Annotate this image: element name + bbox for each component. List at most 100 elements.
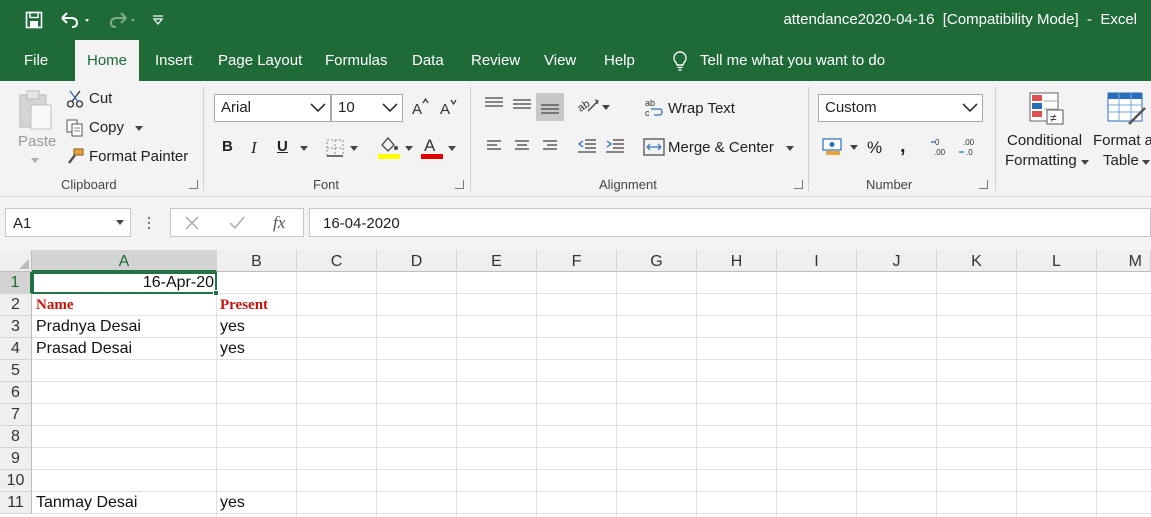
column-header-j[interactable]: J [857,250,937,272]
wrap-text-button[interactable]: Wrap Text [668,100,735,117]
font-launcher-icon[interactable] [455,180,464,189]
tab-page-layout[interactable]: Page Layout [218,40,302,81]
formula-bar-grip-icon[interactable] [147,216,151,230]
accounting-dropdown-icon[interactable] [850,145,858,150]
bold-button[interactable]: B [222,138,233,155]
customize-qat-icon[interactable] [150,8,166,32]
italic-button[interactable]: I [251,138,257,158]
conditional-formatting-label-2[interactable]: Formatting [1005,152,1077,169]
format-as-table-label-1[interactable]: Format as [1093,132,1151,149]
paste-button[interactable]: Paste [18,133,56,150]
align-right-icon[interactable] [542,139,558,153]
paste-dropdown-icon[interactable] [31,158,39,163]
accounting-format-icon[interactable] [822,137,844,157]
row-header-2[interactable]: 2 [0,294,32,316]
font-name-dropdown[interactable]: Arial [214,94,331,122]
percent-style-button[interactable]: % [867,138,882,158]
tab-home[interactable]: Home [75,40,140,81]
save-icon[interactable] [22,8,46,32]
column-header-e[interactable]: E [457,250,537,272]
borders-icon[interactable] [326,139,344,157]
undo-icon[interactable] [58,8,94,32]
insert-function-button[interactable]: fx [273,213,285,233]
increase-font-icon[interactable]: A [411,97,429,117]
column-header-g[interactable]: G [617,250,697,272]
row-header-3[interactable]: 3 [0,316,32,338]
copy-button[interactable]: Copy [89,119,124,136]
merge-center-button[interactable]: Merge & Center [668,139,774,156]
column-header-a[interactable]: A [32,250,217,272]
tab-review[interactable]: Review [471,40,520,81]
decrease-font-icon[interactable]: A [439,97,457,117]
column-header-d[interactable]: D [377,250,457,272]
format-painter-button[interactable]: Format Painter [89,148,188,165]
decrease-indent-icon[interactable] [577,138,597,154]
row-header-5[interactable]: 5 [0,360,32,382]
format-as-table-label-2[interactable]: Table [1103,152,1139,169]
row-header-11[interactable]: 11 [0,492,32,514]
middle-align-icon[interactable] [512,96,532,112]
bottom-align-icon[interactable] [536,93,564,121]
name-box[interactable]: A1 [5,208,131,237]
align-left-icon[interactable] [486,139,502,153]
orientation-dropdown-icon[interactable] [602,105,610,110]
cell-b3[interactable]: yes [220,316,245,338]
column-header-f[interactable]: F [537,250,617,272]
fill-color-icon[interactable] [378,135,400,159]
conditional-formatting-dropdown-icon[interactable] [1081,160,1089,165]
fill-color-dropdown-icon[interactable] [405,146,413,151]
copy-dropdown-icon[interactable] [135,126,143,131]
tell-me-search[interactable]: Tell me what you want to do [700,40,885,81]
row-header-7[interactable]: 7 [0,404,32,426]
cut-button[interactable]: Cut [89,90,112,107]
comma-style-button[interactable]: , [900,135,906,158]
decrease-decimal-icon[interactable]: .00.0 [958,137,980,157]
column-header-i[interactable]: I [777,250,857,272]
tab-view[interactable]: View [544,40,576,81]
cell-b11[interactable]: yes [220,492,245,514]
name-box-dropdown-icon[interactable] [116,220,124,225]
paste-icon[interactable] [16,89,56,131]
row-header-9[interactable]: 9 [0,448,32,470]
increase-decimal-icon[interactable]: 0.00 [930,137,952,157]
tab-formulas[interactable]: Formulas [325,40,388,81]
row-header-1[interactable]: 1 [0,272,32,294]
alignment-launcher-icon[interactable] [794,180,803,189]
tab-insert[interactable]: Insert [155,40,193,81]
format-as-table-dropdown-icon[interactable] [1142,160,1150,165]
align-center-icon[interactable] [514,139,530,153]
tab-help[interactable]: Help [604,40,635,81]
increase-indent-icon[interactable] [605,138,625,154]
column-header-m[interactable]: M [1097,250,1151,272]
row-header-8[interactable]: 8 [0,426,32,448]
row-header-4[interactable]: 4 [0,338,32,360]
cell-a3[interactable]: Pradnya Desai [36,316,141,338]
cell-b2[interactable]: Present [220,294,268,316]
font-size-dropdown[interactable]: 10 [331,94,403,122]
row-header-10[interactable]: 10 [0,470,32,492]
column-header-c[interactable]: C [297,250,377,272]
font-color-icon[interactable]: A [421,135,443,159]
row-header-6[interactable]: 6 [0,382,32,404]
worksheet-grid[interactable]: A B C D E F G H I J K L M 1 2 3 4 5 6 7 … [0,250,1151,517]
font-color-dropdown-icon[interactable] [448,146,456,151]
cell-a4[interactable]: Prasad Desai [36,338,132,360]
cell-b4[interactable]: yes [220,338,245,360]
select-all-corner[interactable] [0,250,32,272]
cancel-entry-icon[interactable] [185,216,199,230]
tab-file[interactable]: File [24,40,48,81]
cell-a11[interactable]: Tanmay Desai [36,492,137,514]
clipboard-launcher-icon[interactable] [189,180,198,189]
merge-dropdown-icon[interactable] [786,146,794,151]
number-launcher-icon[interactable] [979,180,988,189]
column-header-k[interactable]: K [937,250,1017,272]
underline-dropdown-icon[interactable] [300,146,308,151]
underline-button[interactable]: U [277,138,288,155]
lightbulb-icon[interactable] [667,40,693,81]
orientation-icon[interactable]: ab [576,95,600,115]
conditional-formatting-label-1[interactable]: Conditional [1007,132,1082,149]
column-header-h[interactable]: H [697,250,777,272]
tab-data[interactable]: Data [412,40,444,81]
column-header-b[interactable]: B [217,250,297,272]
fill-handle[interactable] [213,290,219,296]
